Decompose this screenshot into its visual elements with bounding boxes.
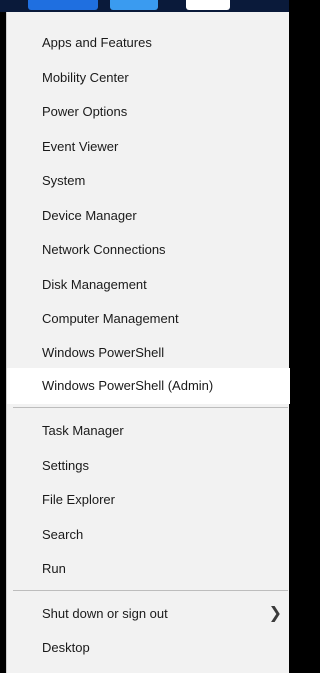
- menu-separator: [13, 590, 288, 591]
- menu-item-network-connections[interactable]: Network Connections: [7, 233, 290, 267]
- desktop-icon: [110, 0, 158, 10]
- menu-item-windows-powershell[interactable]: Windows PowerShell: [7, 336, 290, 370]
- menu-item-device-manager[interactable]: Device Manager: [7, 199, 290, 233]
- menu-item-search[interactable]: Search: [7, 518, 290, 552]
- desktop-background-strip: [0, 0, 289, 12]
- menu-item-windows-powershell-admin[interactable]: Windows PowerShell (Admin): [7, 368, 290, 404]
- menu-item-event-viewer[interactable]: Event Viewer: [7, 130, 290, 164]
- menu-item-power-options[interactable]: Power Options: [7, 95, 290, 129]
- menu-item-label: Shut down or sign out: [42, 606, 168, 621]
- menu-item-disk-management[interactable]: Disk Management: [7, 268, 290, 302]
- menu-item-task-manager[interactable]: Task Manager: [7, 414, 290, 448]
- power-user-menu: Apps and Features Mobility Center Power …: [6, 12, 290, 673]
- menu-item-apps-and-features[interactable]: Apps and Features: [7, 26, 290, 60]
- menu-item-mobility-center[interactable]: Mobility Center: [7, 61, 290, 95]
- menu-item-desktop[interactable]: Desktop: [7, 631, 290, 665]
- chevron-right-icon: ❯: [268, 605, 282, 622]
- menu-item-run[interactable]: Run: [7, 552, 290, 586]
- menu-item-settings[interactable]: Settings: [7, 449, 290, 483]
- menu-item-computer-management[interactable]: Computer Management: [7, 302, 290, 336]
- menu-item-shut-down-or-sign-out[interactable]: Shut down or sign out ❯: [7, 597, 290, 631]
- menu-separator: [13, 407, 288, 408]
- desktop-icon: [28, 0, 98, 10]
- menu-item-system[interactable]: System: [7, 164, 290, 198]
- menu-item-file-explorer[interactable]: File Explorer: [7, 483, 290, 517]
- desktop-icon: [186, 0, 230, 10]
